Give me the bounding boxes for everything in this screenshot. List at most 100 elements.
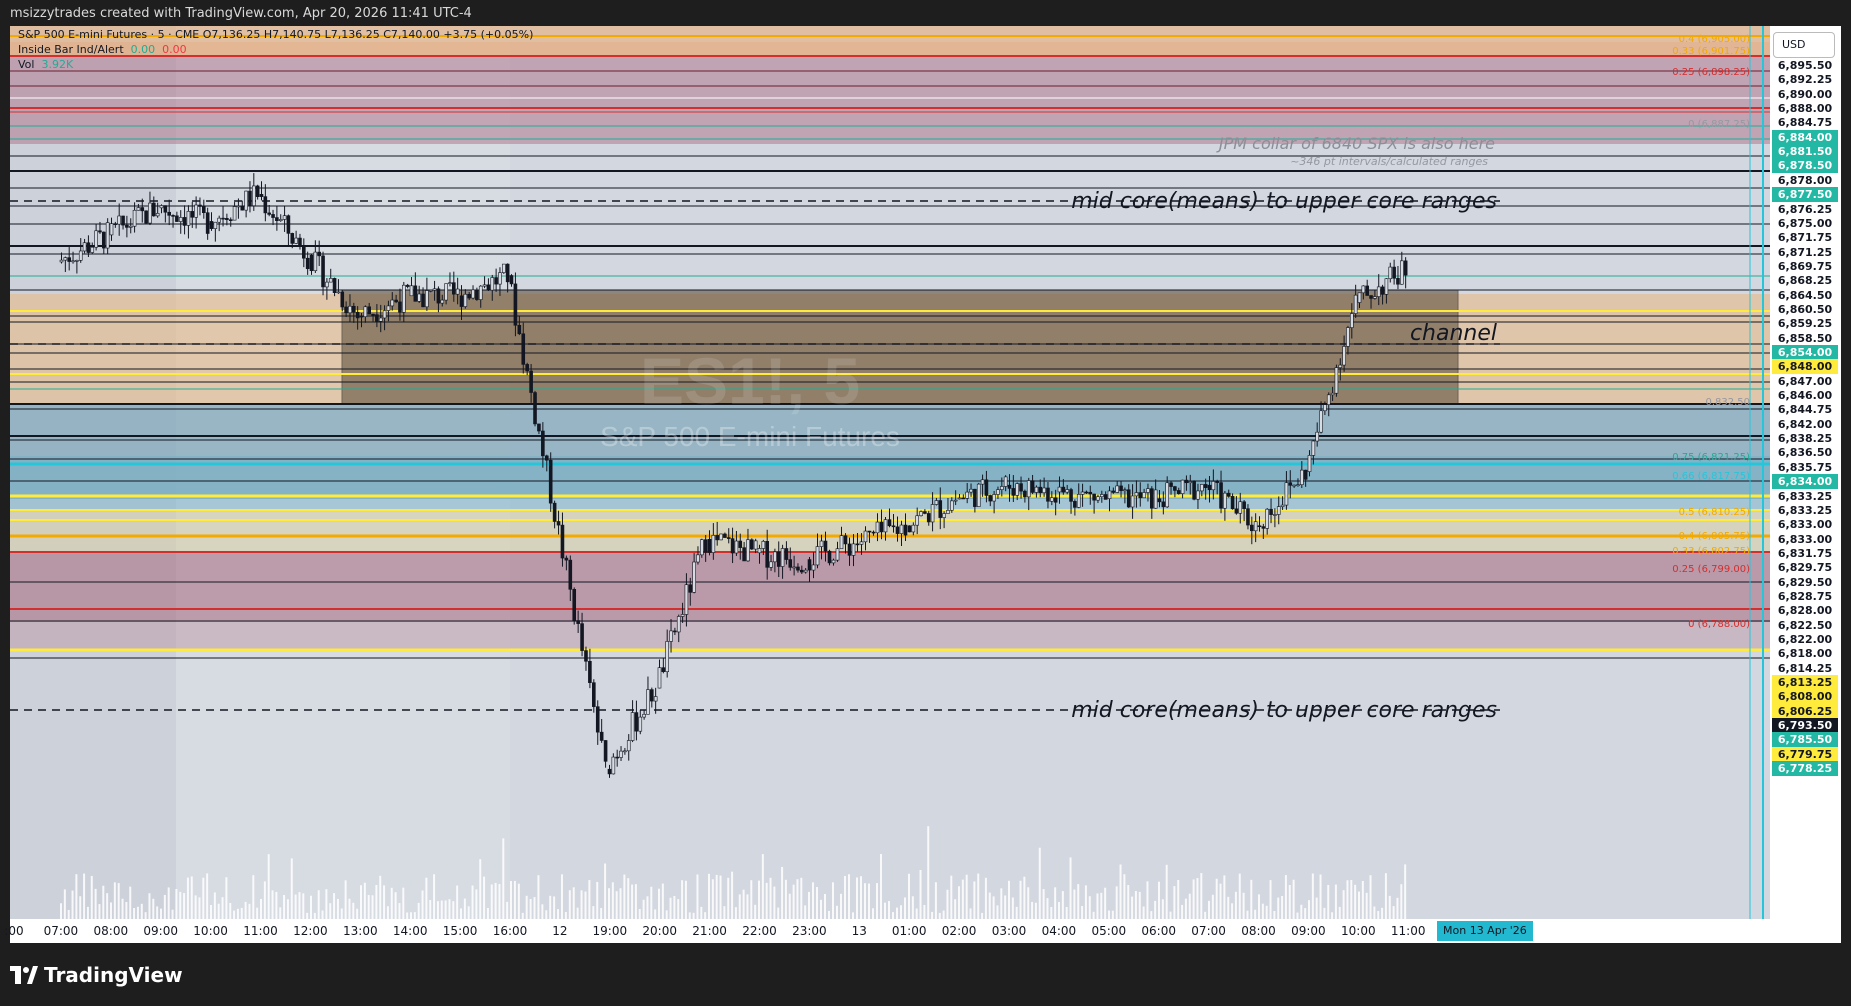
volume-bar <box>1211 894 1214 919</box>
volume-bar <box>808 891 810 919</box>
candle-body <box>140 207 145 212</box>
candle-body <box>1326 394 1331 405</box>
candle-body <box>1315 431 1319 442</box>
volume-bar <box>623 874 626 919</box>
volume-bar <box>572 887 575 919</box>
volume-bar <box>592 906 595 919</box>
volume-bar <box>1142 906 1145 919</box>
volume-bar <box>1334 884 1337 919</box>
currency-selector[interactable]: USD <box>1773 32 1835 58</box>
candle-body <box>769 561 773 568</box>
volume-bar <box>852 912 854 919</box>
price-axis[interactable]: USD 6,895.50 6,892.25 6,890.00 6,888.00 6,88… <box>1770 26 1841 943</box>
volume-bar <box>452 901 455 919</box>
candle-body <box>1346 327 1350 347</box>
chart-pane[interactable]: ES1!, 5 S&P 500 E-mini Futures S&P 500 E… <box>10 26 1770 919</box>
fib-label: 0.75 (6,821.25) <box>1672 452 1750 463</box>
current-date-label: Mon 13 Apr '26 <box>1437 921 1533 941</box>
legend-indicator[interactable]: Inside Bar Ind/Alert 0.00 0.00 <box>18 43 187 56</box>
candle-body <box>1192 481 1196 500</box>
volume-bar <box>1138 891 1141 919</box>
candle-body <box>252 185 256 207</box>
candle-body <box>1319 410 1323 433</box>
candle-body <box>750 539 754 550</box>
candle-body <box>209 221 214 229</box>
candle-body <box>175 215 179 222</box>
volume-bar <box>1219 883 1222 919</box>
annotation-mid-core-bottom[interactable]: mid core(means) to upper core ranges <box>1071 698 1497 723</box>
time-axis[interactable]: :00 07:00 08:00 09:00 10:00 11:00 12:00 13:00 14… <box>4 919 1770 943</box>
annotation-jpm-collar[interactable]: JPM collar of 6840 SPX is also here <box>1219 134 1495 153</box>
candle-body <box>984 479 989 496</box>
candle-body <box>537 423 541 432</box>
volume-bar <box>467 906 470 919</box>
candle-body <box>1196 490 1200 500</box>
price-label: 6,813.25 <box>1772 675 1838 691</box>
candle-body <box>1076 494 1081 508</box>
volume-bar <box>1238 873 1241 919</box>
annotation-intervals[interactable]: ~346 pt intervals/calculated ranges <box>1290 155 1488 168</box>
volume-bar <box>1242 892 1245 919</box>
volume-bar <box>836 905 838 919</box>
time-label: 15:00 <box>442 924 478 938</box>
volume-bar <box>1388 895 1391 919</box>
volume-bar <box>816 887 818 919</box>
candle-body <box>1242 501 1246 509</box>
price-label: 6,834.00 <box>1772 474 1838 490</box>
volume-bar <box>1254 909 1257 919</box>
volume-bar <box>1346 880 1349 919</box>
volume-bar <box>75 874 78 919</box>
time-label: 19:00 <box>592 924 628 938</box>
volume-bar <box>1034 902 1037 919</box>
volume-bar <box>541 904 544 919</box>
legend-symbol[interactable]: S&P 500 E-mini Futures · 5 · CME O7,136.… <box>18 28 533 41</box>
price-label: 6,892.25 <box>1777 73 1833 87</box>
candle-body <box>973 488 977 507</box>
volume-bar <box>588 880 591 919</box>
candle-body <box>734 540 739 554</box>
candle-body <box>1338 364 1343 368</box>
volume-bar <box>1015 906 1018 919</box>
volume-bar <box>1258 894 1260 919</box>
candle-body <box>1161 501 1166 508</box>
volume-bar <box>1331 912 1334 919</box>
candle-body <box>1169 482 1173 487</box>
volume-bar <box>1396 897 1399 919</box>
candle-body <box>1215 481 1219 483</box>
volume-bar <box>383 885 386 919</box>
candle-body <box>719 533 723 541</box>
volume-bar <box>1223 875 1226 919</box>
tradingview-logo[interactable]: TradingView <box>10 963 183 987</box>
volume-bar <box>463 898 466 919</box>
candle-body <box>875 521 880 534</box>
candle-body <box>132 209 137 227</box>
volume-bar <box>1008 880 1010 919</box>
time-label: 20:00 <box>642 924 677 938</box>
volume-bar <box>144 912 147 919</box>
candle-body <box>1361 285 1366 294</box>
volume-bar <box>302 893 305 919</box>
volume-bar <box>1158 881 1160 919</box>
candle-body <box>827 550 832 564</box>
volume-bar <box>1104 887 1107 919</box>
volume-bar <box>984 877 987 919</box>
candle-body <box>1223 492 1227 509</box>
legend-volume[interactable]: Vol 3.92K <box>18 58 73 71</box>
annotation-mid-core-top[interactable]: mid core(means) to upper core ranges <box>1071 189 1497 214</box>
candle-body <box>839 535 844 550</box>
volume-bar <box>750 880 753 919</box>
volume-bar <box>704 912 707 919</box>
volume-bar <box>394 892 397 919</box>
volume-bar <box>1358 891 1360 919</box>
time-label: 09:00 <box>1291 924 1326 938</box>
candle-body <box>1130 495 1135 508</box>
time-label: 11:00 <box>243 924 278 938</box>
chart-canvas[interactable]: ES1!, 5 S&P 500 E-mini Futures <box>10 26 1770 919</box>
candle-body <box>784 548 789 560</box>
candle-body <box>355 312 360 319</box>
volume-bar <box>604 863 607 919</box>
annotation-channel[interactable]: channel <box>1410 321 1497 346</box>
candle-body <box>1157 498 1162 503</box>
volume-bar <box>824 894 826 919</box>
volume-bar <box>742 889 745 919</box>
